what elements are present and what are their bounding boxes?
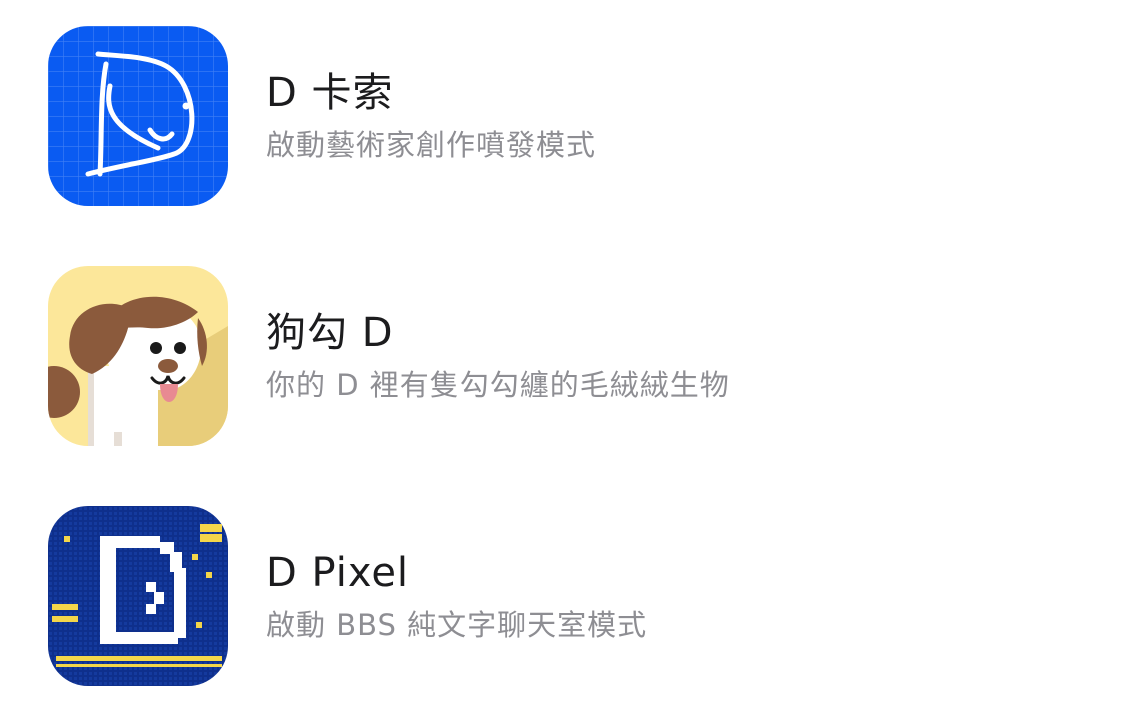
icon-option-dog-d[interactable]: 狗勾 D 你的 D 裡有隻勾勾纏的毛絨絨生物 <box>48 266 1088 446</box>
dog-icon <box>48 266 228 446</box>
icon-option-d-pixel[interactable]: D Pixel 啟動 BBS 純文字聊天室模式 <box>48 506 1088 686</box>
icon-option-subtitle: 啟動藝術家創作噴發模式 <box>266 128 597 162</box>
icon-option-subtitle: 你的 D 裡有隻勾勾纏的毛絨絨生物 <box>266 368 730 402</box>
icon-option-title: 狗勾 D <box>266 310 394 356</box>
d-pixel-icon <box>48 506 228 686</box>
icon-option-d-picasso[interactable]: D 卡索 啟動藝術家創作噴發模式 <box>48 26 1088 206</box>
alternate-icon-list: D 卡索 啟動藝術家創作噴發模式 狗勾 D 你的 D 裡有隻勾勾纏的毛絨絨生物 … <box>0 0 1125 717</box>
icon-option-subtitle: 啟動 BBS 純文字聊天室模式 <box>266 608 648 642</box>
d-picasso-icon <box>48 26 228 206</box>
icon-option-title: D Pixel <box>266 550 410 596</box>
icon-option-title: D 卡索 <box>266 70 394 116</box>
